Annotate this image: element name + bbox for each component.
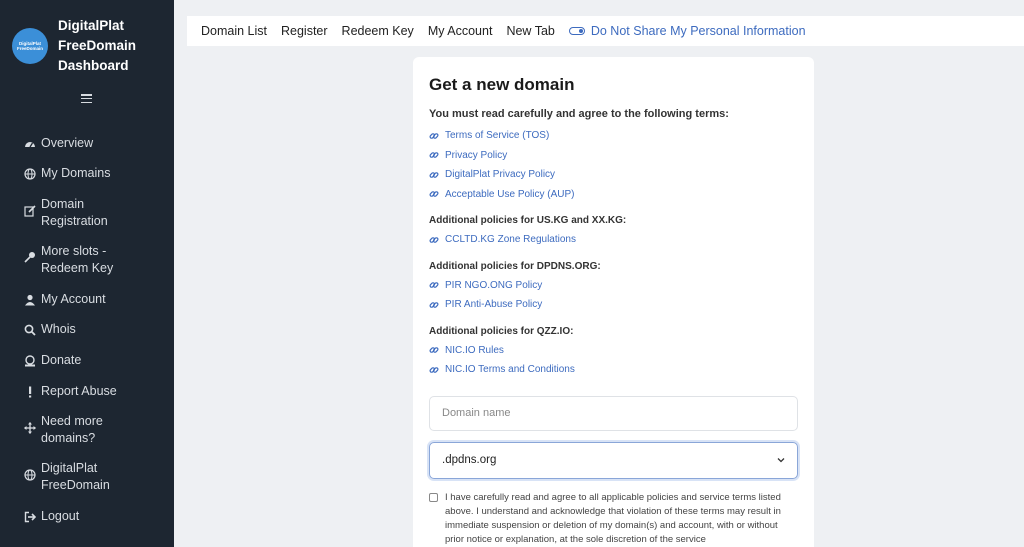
link-label: PIR NGO.ONG Policy	[445, 279, 543, 291]
terms-of-service-link[interactable]: Terms of Service (TOS)	[429, 126, 798, 146]
link-label: NIC.IO Rules	[445, 344, 504, 356]
section-title-qzz: Additional policies for QZZ.IO:	[429, 325, 574, 337]
ccltd-kg-regulations-link[interactable]: CCLTD.KG Zone Regulations	[429, 230, 798, 250]
logo-text-line2: FreeDomain	[16, 46, 43, 51]
hamburger-menu-icon[interactable]	[81, 94, 92, 104]
sidebar-item-label: Domain Registration	[41, 197, 108, 228]
sidebar-item-label: Whois	[41, 322, 76, 336]
brand-logo: DigitalPlat FreeDomain	[12, 28, 48, 64]
key-icon	[24, 251, 36, 263]
sidebar-item-label: Logout	[41, 509, 80, 523]
chevron-down-icon	[777, 458, 785, 463]
privacy-policy-link[interactable]: Privacy Policy	[429, 146, 798, 166]
brand-title: DigitalPlat FreeDomain Dashboard	[58, 16, 136, 76]
domain-name-placeholder: Domain name	[442, 407, 511, 419]
exclamation-icon	[24, 386, 36, 398]
sidebar-item-overview[interactable]: Overview	[0, 135, 174, 152]
terms-intro: You must read carefully and agree to the…	[429, 108, 729, 120]
link-label: CCLTD.KG Zone Regulations	[445, 234, 576, 246]
link-icon	[429, 347, 439, 354]
sidebar-item-label: Report Abuse	[41, 384, 117, 398]
link-label: Privacy Policy	[445, 149, 508, 161]
link-icon	[429, 191, 439, 198]
register-domain-card: Get a new domain You must read carefully…	[413, 57, 814, 547]
sidebar-item-need-more-domains[interactable]: Need more domains?	[0, 413, 174, 447]
link-label: PIR Anti-Abuse Policy	[445, 299, 543, 311]
dashboard-icon	[24, 138, 36, 150]
sidebar-item-donate[interactable]: Donate	[0, 352, 174, 369]
link-label: Terms of Service (TOS)	[445, 130, 550, 142]
sidebar: DigitalPlat FreeDomain DigitalPlat FreeD…	[0, 0, 174, 547]
tld-selected-value: .dpdns.org	[442, 454, 497, 466]
brand-title-line1: DigitalPlat	[58, 18, 125, 33]
pir-ngo-ong-policy-link[interactable]: PIR NGO.ONG Policy	[429, 276, 798, 296]
privacy-toggle-icon	[568, 27, 585, 35]
nav-link-new-tab[interactable]: New Tab	[506, 24, 554, 38]
privacy-choices-link[interactable]: Do Not Share My Personal Information	[568, 24, 806, 38]
privacy-link-label: Do Not Share My Personal Information	[590, 24, 806, 38]
brand[interactable]: DigitalPlat FreeDomain DigitalPlat FreeD…	[0, 0, 174, 78]
logout-icon	[24, 511, 36, 523]
nav-link-register[interactable]: Register	[281, 24, 328, 38]
sidebar-item-logout[interactable]: Logout	[0, 508, 174, 525]
link-icon	[429, 366, 439, 373]
sidebar-item-label: Need more domains?	[41, 414, 103, 445]
nav-link-domain-list[interactable]: Domain List	[201, 24, 267, 38]
sidebar-item-label: More slots - Redeem Key	[41, 244, 114, 275]
sidebar-item-my-domains[interactable]: My Domains	[0, 165, 174, 182]
tld-select[interactable]: .dpdns.org	[429, 441, 798, 479]
brand-title-line2: FreeDomain	[58, 38, 137, 53]
sidebar-item-label: My Domains	[41, 166, 111, 180]
agree-terms-text: I have carefully read and agree to all a…	[445, 491, 781, 545]
edit-icon	[24, 205, 36, 217]
agree-terms-checkbox[interactable]	[429, 492, 438, 502]
link-icon	[429, 132, 439, 139]
link-icon	[429, 171, 439, 178]
nic-io-terms-link[interactable]: NIC.IO Terms and Conditions	[429, 360, 798, 380]
sidebar-item-domain-registration[interactable]: Domain Registration	[0, 196, 174, 230]
link-label: Acceptable Use Policy (AUP)	[445, 188, 575, 200]
sidebar-item-label: DigitalPlat FreeDomain	[41, 461, 110, 492]
sidebar-item-report-abuse[interactable]: Report Abuse	[0, 383, 174, 400]
acceptable-use-policy-link[interactable]: Acceptable Use Policy (AUP)	[429, 185, 798, 205]
link-icon	[429, 236, 439, 243]
sidebar-item-label: Overview	[41, 136, 94, 150]
nic-io-rules-link[interactable]: NIC.IO Rules	[429, 341, 798, 361]
digitalplat-privacy-policy-link[interactable]: DigitalPlat Privacy Policy	[429, 165, 798, 185]
user-icon	[24, 294, 36, 306]
link-icon	[429, 152, 439, 159]
agree-terms-row: I have carefully read and agree to all a…	[429, 491, 798, 547]
sidebar-item-digitalplat-freedomain[interactable]: DigitalPlat FreeDomain	[0, 460, 174, 494]
link-icon	[429, 301, 439, 308]
section-title-dpdns: Additional policies for DPDNS.ORG:	[429, 260, 601, 272]
sidebar-item-redeem-key[interactable]: More slots - Redeem Key	[0, 243, 174, 277]
link-label: NIC.IO Terms and Conditions	[445, 364, 575, 376]
nav-link-redeem-key[interactable]: Redeem Key	[342, 24, 414, 38]
section-title-kg: Additional policies for US.KG and XX.KG:	[429, 215, 627, 226]
search-icon	[24, 324, 36, 336]
pir-anti-abuse-policy-link[interactable]: PIR Anti-Abuse Policy	[429, 295, 798, 315]
link-icon	[429, 282, 439, 289]
donate-icon	[24, 354, 36, 367]
sidebar-item-my-account[interactable]: My Account	[0, 291, 174, 308]
top-nav: Domain List Register Redeem Key My Accou…	[187, 16, 1024, 46]
link-label: DigitalPlat Privacy Policy	[445, 169, 556, 181]
sidebar-item-label: Donate	[41, 353, 82, 367]
nav-link-my-account[interactable]: My Account	[428, 24, 493, 38]
domain-name-input[interactable]: Domain name	[429, 395, 798, 431]
globe-icon	[24, 469, 36, 481]
globe-icon	[24, 167, 36, 180]
card-title: Get a new domain	[429, 75, 575, 94]
brand-title-line3: Dashboard	[58, 58, 129, 73]
sidebar-item-label: My Account	[41, 292, 106, 306]
sidebar-item-whois[interactable]: Whois	[0, 321, 174, 338]
arrows-icon	[24, 422, 36, 434]
